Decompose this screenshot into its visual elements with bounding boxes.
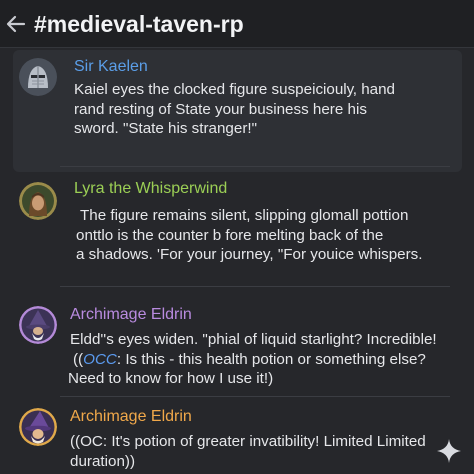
message-text: ((OC: It's potion of greater invatibilit… <box>70 432 426 471</box>
message-line-occ: ((OCC: Is this - this health potion or s… <box>73 350 437 370</box>
message-text: The figure remains silent, slipping glom… <box>76 206 423 265</box>
message-line: rand resting of State your business here… <box>74 100 367 118</box>
message-text: Eldd''s eyes widen. "phial of liquid sta… <box>68 330 437 389</box>
message-divider <box>60 166 450 167</box>
message-line: Eldd''s eyes widen. "phial of liquid sta… <box>70 331 437 348</box>
message-author[interactable]: Archimage Eldrin <box>70 306 192 324</box>
elf-ranger-avatar-icon[interactable] <box>19 182 57 220</box>
message-list: Sir Kaelen Kaiel eyes the clocked figure… <box>0 48 474 474</box>
message-line: The figure remains silent, slipping glom… <box>80 207 409 224</box>
channel-header: #medieval-taven-rp <box>0 0 474 48</box>
sparkle-icon[interactable] <box>436 438 462 464</box>
message-author[interactable]: Sir Kaelen <box>74 58 148 76</box>
message-line: sword. "State his stranger!" <box>74 120 257 137</box>
message-line: Kaiel eyes the clocked figure suspeiciou… <box>74 81 395 98</box>
occ-prefix: (( <box>73 350 84 368</box>
wizard-hat-avatar-icon[interactable] <box>19 408 57 446</box>
message-text: Kaiel eyes the clocked figure suspeiciou… <box>74 80 395 139</box>
message-divider <box>60 286 450 287</box>
wizard-avatar-icon[interactable] <box>19 306 57 344</box>
knight-helmet-avatar-icon[interactable] <box>19 58 57 96</box>
message-author[interactable]: Lyra the Whisperwind <box>74 180 227 198</box>
message-line: Need to know for how I use it!) <box>68 370 274 387</box>
message-line: ((OC: It's potion of greater invatibilit… <box>70 433 426 450</box>
message-line: a shadows. 'For your journey, "For youic… <box>76 246 423 263</box>
message-divider <box>60 396 450 397</box>
occ-text: : Is this - this health potion or someth… <box>116 350 426 368</box>
message-line: duration)) <box>70 452 135 470</box>
back-arrow-icon[interactable] <box>5 13 27 35</box>
message-author[interactable]: Archimage Eldrin <box>70 408 192 426</box>
occ-tag: OCC <box>83 350 117 368</box>
message-line: onttlo is the counter b fore melting bac… <box>76 226 384 244</box>
channel-title: #medieval-taven-rp <box>34 11 244 37</box>
